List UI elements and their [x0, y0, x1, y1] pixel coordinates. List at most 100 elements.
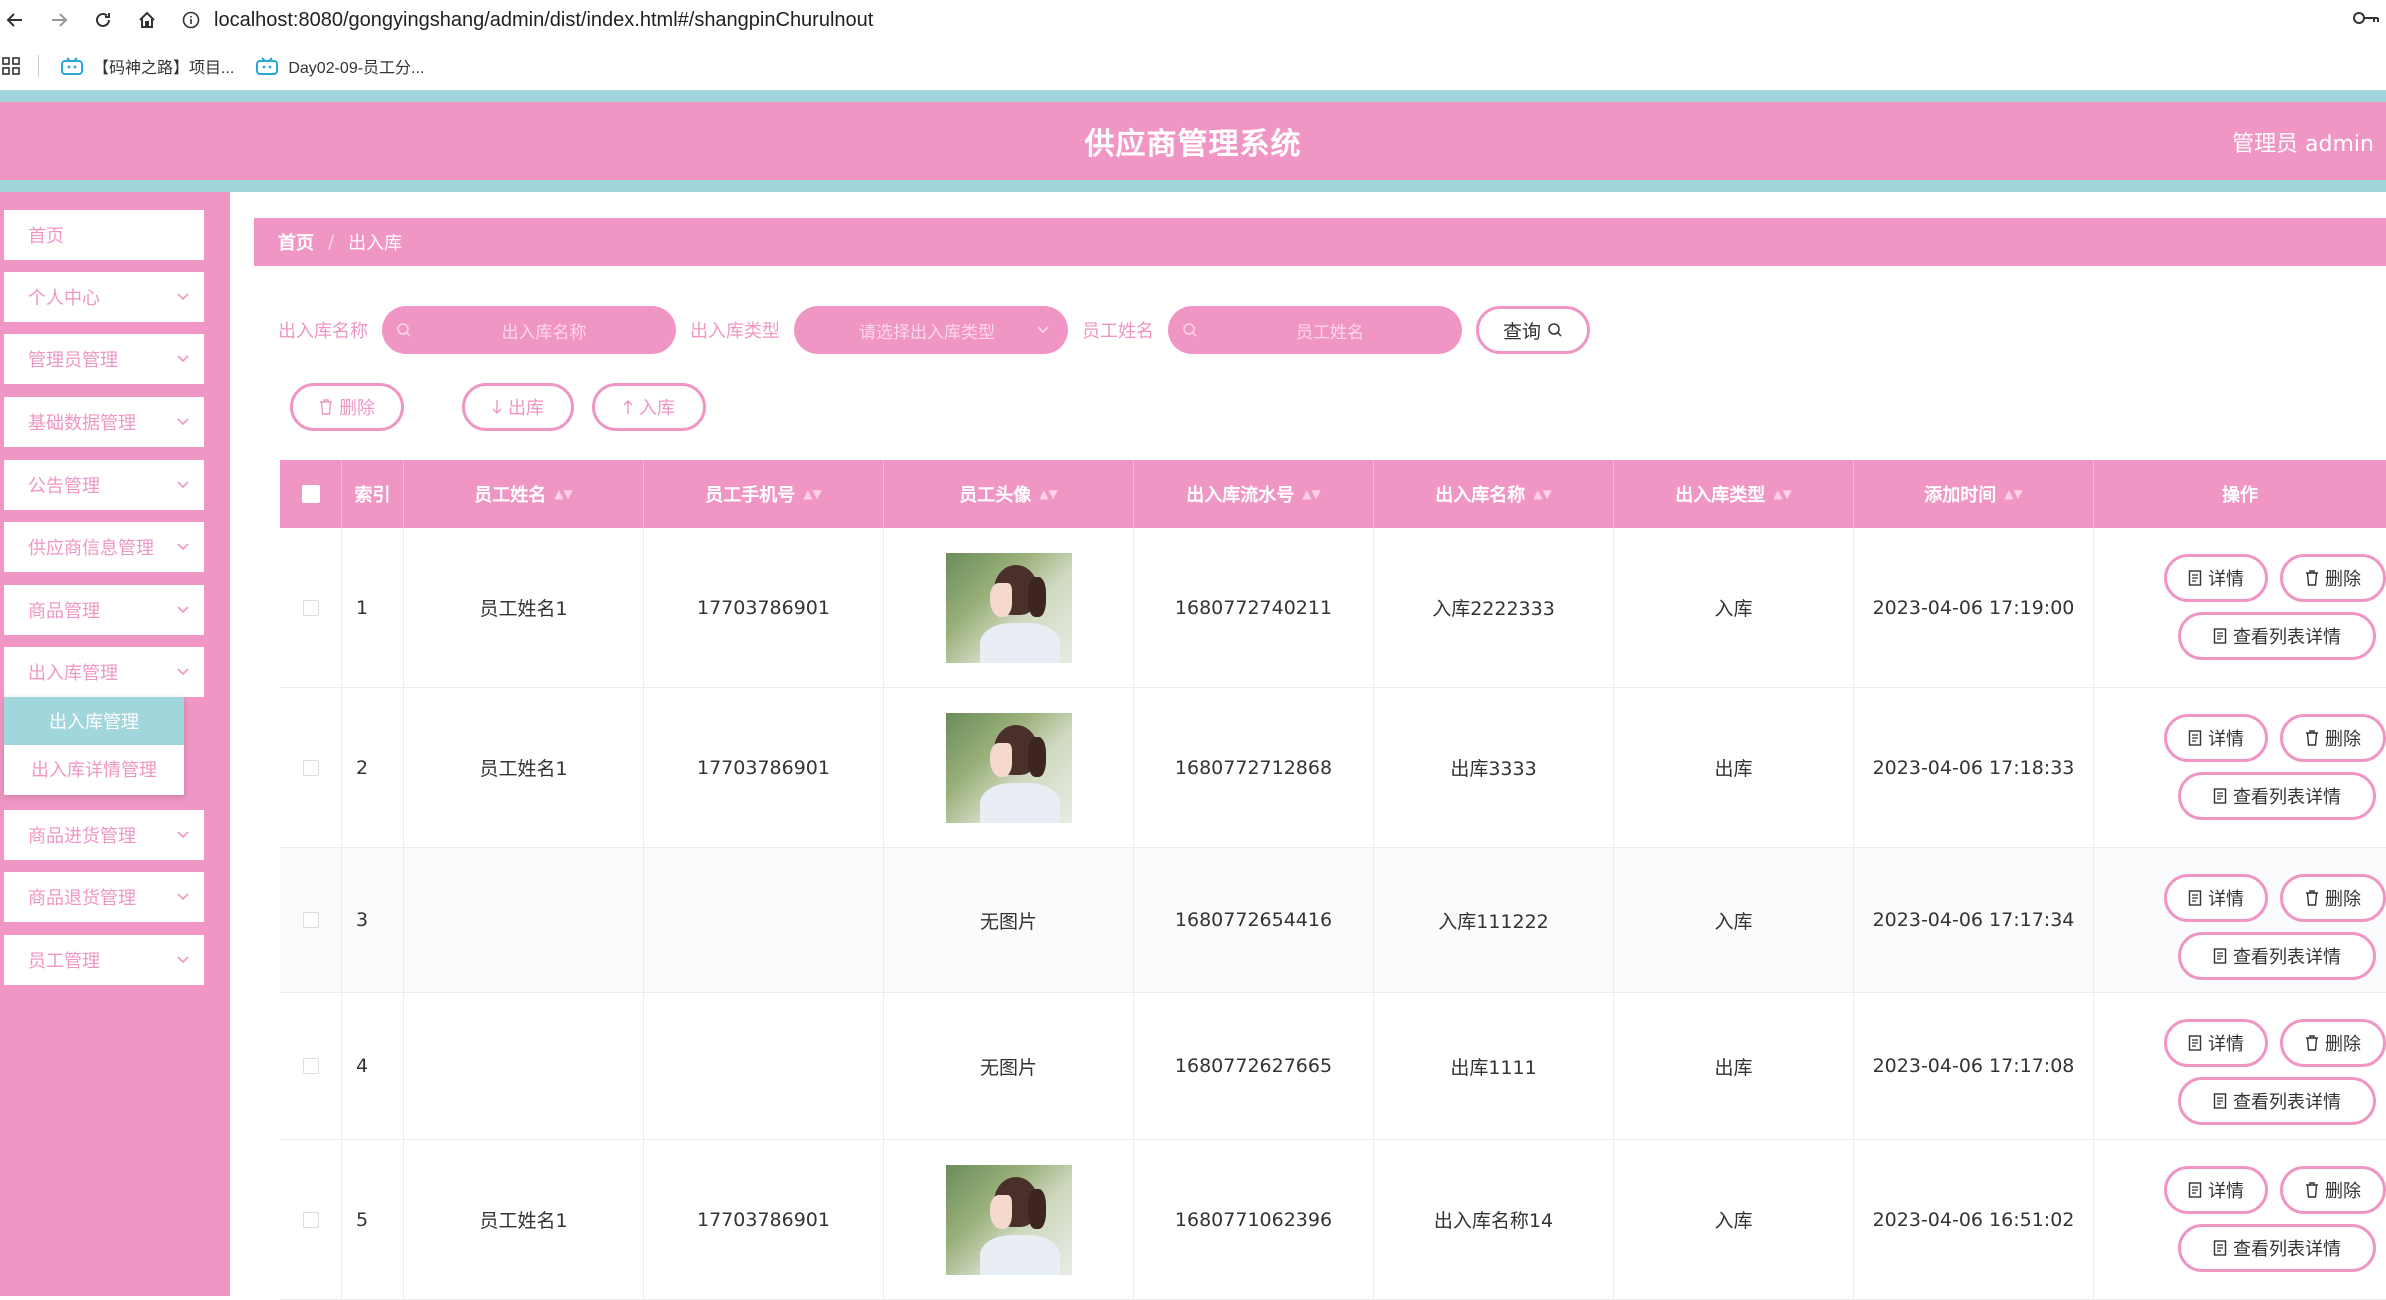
header-inout-name[interactable]: 出入库名称 ▲▼	[1374, 460, 1614, 528]
type-select[interactable]: 请选择出入库类型	[794, 306, 1068, 354]
row-operations-cell: 详情 删除查看列表详情	[2094, 688, 2386, 847]
delete-button[interactable]: 删除	[2280, 1166, 2386, 1214]
row-serial: 1680772712868	[1174, 756, 1333, 779]
submenu-item-inout-detail[interactable]: 出入库详情管理	[4, 745, 184, 793]
url-text[interactable]: localhost:8080/gongyingshang/admin/dist/…	[214, 9, 873, 32]
detail-button[interactable]: 详情	[2164, 1019, 2268, 1067]
row-index: 2	[356, 756, 369, 779]
key-icon[interactable]	[2352, 8, 2380, 28]
row-inout-type-cell: 入库	[1614, 1140, 1854, 1299]
sidebar-item-admin-management[interactable]: 管理员管理	[4, 334, 204, 384]
sort-icon[interactable]: ▲▼	[1302, 487, 1320, 501]
staff-avatar-image[interactable]	[945, 712, 1072, 823]
row-checkbox[interactable]	[302, 912, 319, 928]
home-icon[interactable]	[132, 5, 162, 35]
sort-icon[interactable]: ▲▼	[554, 487, 572, 501]
bookmark-divider	[38, 55, 39, 77]
view-list-detail-label: 查看列表详情	[2233, 1239, 2341, 1260]
sidebar-item-label: 首页	[28, 226, 64, 247]
row-serial: 1680772740211	[1174, 596, 1333, 619]
header-staff-phone[interactable]: 员工手机号 ▲▼	[644, 460, 884, 528]
table-row: 5 员工姓名1 17703786901 1680771062396 出入库名称14 入库 2…	[280, 1140, 2386, 1300]
row-staff-phone-cell: 17703786901	[644, 1140, 884, 1299]
sidebar-item-goods-purchase[interactable]: 商品进货管理	[4, 810, 204, 860]
sort-icon[interactable]: ▲▼	[1773, 487, 1791, 501]
staff-search-input[interactable]: 员工姓名	[1168, 306, 1462, 354]
sidebar-item-goods-return[interactable]: 商品退货管理	[4, 872, 204, 922]
select-all-checkbox[interactable]	[301, 485, 320, 503]
row-inout-name: 出库3333	[1450, 758, 1537, 780]
header-serial[interactable]: 出入库流水号 ▲▼	[1134, 460, 1374, 528]
row-index: 4	[356, 1055, 369, 1077]
admin-label[interactable]: 管理员 admin	[2232, 126, 2374, 158]
header-inout-type[interactable]: 出入库类型 ▲▼	[1614, 460, 1854, 528]
delete-button-label: 删除	[2325, 1034, 2361, 1055]
chevron-down-icon	[176, 351, 190, 367]
row-serial-cell: 1680772712868	[1134, 688, 1374, 847]
name-search-input[interactable]: 出入库名称	[382, 306, 676, 354]
header-staff-name[interactable]: 员工姓名 ▲▼	[404, 460, 644, 528]
detail-button[interactable]: 详情	[2164, 1166, 2268, 1214]
sidebar-item-home[interactable]: 首页	[4, 210, 204, 260]
delete-button[interactable]: 删除	[2280, 1019, 2386, 1067]
submenu-item-inout-management[interactable]: 出入库管理	[4, 697, 184, 745]
bookmark-item-1[interactable]: 【码神之路】项目...	[61, 54, 234, 78]
sidebar-item-personal-center[interactable]: 个人中心	[4, 272, 204, 322]
sidebar-item-base-data[interactable]: 基础数据管理	[4, 397, 204, 447]
row-index-cell: 5	[342, 1140, 404, 1299]
sidebar-item-supplier-info[interactable]: 供应商信息管理	[4, 522, 204, 572]
staff-avatar-image[interactable]	[945, 1164, 1072, 1275]
detail-button[interactable]: 详情	[2164, 714, 2268, 762]
view-list-detail-button[interactable]: 查看列表详情	[2178, 1077, 2376, 1125]
sidebar-item-goods[interactable]: 商品管理	[4, 585, 204, 635]
staff-search-label: 员工姓名	[1082, 321, 1154, 342]
back-arrow-icon[interactable]	[0, 5, 30, 35]
header-accent-bottom	[0, 180, 2386, 192]
row-serial-cell: 1680772740211	[1134, 528, 1374, 687]
chevron-down-icon	[176, 889, 190, 905]
stock-in-label: 入库	[639, 398, 675, 419]
sidebar-item-staff[interactable]: 员工管理	[4, 935, 204, 985]
view-list-detail-button[interactable]: 查看列表详情	[2178, 1224, 2376, 1272]
arrow-up-icon	[623, 399, 633, 415]
view-list-detail-button[interactable]: 查看列表详情	[2178, 612, 2376, 660]
stock-out-button[interactable]: 出库	[462, 383, 574, 431]
sort-icon[interactable]: ▲▼	[1533, 487, 1551, 501]
sidebar-item-notice[interactable]: 公告管理	[4, 460, 204, 510]
sidebar-item-label: 个人中心	[28, 288, 100, 309]
apps-grid-icon[interactable]	[2, 57, 20, 75]
row-index: 5	[356, 1208, 369, 1231]
view-list-detail-button[interactable]: 查看列表详情	[2178, 772, 2376, 820]
header-add-time[interactable]: 添加时间 ▲▼	[1854, 460, 2094, 528]
row-checkbox[interactable]	[302, 1058, 319, 1074]
delete-button[interactable]: 删除	[2280, 554, 2386, 602]
detail-button[interactable]: 详情	[2164, 874, 2268, 922]
staff-avatar-image[interactable]	[945, 552, 1072, 663]
bookmark-item-2[interactable]: Day02-09-员工分...	[256, 54, 424, 78]
row-operations-cell: 详情 删除查看列表详情	[2094, 528, 2386, 687]
forward-arrow-icon[interactable]	[44, 5, 74, 35]
delete-button[interactable]: 删除	[2280, 714, 2386, 762]
row-checkbox[interactable]	[302, 599, 319, 616]
info-icon[interactable]	[182, 11, 200, 29]
header-select-all[interactable]	[280, 460, 342, 528]
query-button[interactable]: 查询	[1476, 306, 1590, 354]
sidebar-item-inout[interactable]: 出入库管理	[4, 647, 204, 697]
type-select-placeholder: 请选择出入库类型	[859, 322, 995, 343]
sort-icon[interactable]: ▲▼	[803, 487, 821, 501]
breadcrumb-home[interactable]: 首页	[278, 229, 314, 255]
view-list-detail-button[interactable]: 查看列表详情	[2178, 932, 2376, 980]
stock-in-button[interactable]: 入库	[592, 383, 706, 431]
detail-button[interactable]: 详情	[2164, 554, 2268, 602]
row-checkbox[interactable]	[302, 1211, 319, 1228]
reload-icon[interactable]	[88, 5, 118, 35]
bulk-delete-button[interactable]: 删除	[290, 383, 404, 431]
sort-icon[interactable]: ▲▼	[2004, 487, 2022, 501]
row-inout-type-cell: 出库	[1614, 993, 1854, 1139]
header-staff-avatar[interactable]: 员工头像 ▲▼	[884, 460, 1134, 528]
row-checkbox[interactable]	[302, 759, 319, 776]
sort-icon[interactable]: ▲▼	[1039, 487, 1057, 501]
delete-button[interactable]: 删除	[2280, 874, 2386, 922]
row-operations-cell: 详情 删除查看列表详情	[2094, 1140, 2386, 1299]
address-bar[interactable]: localhost:8080/gongyingshang/admin/dist/…	[182, 9, 873, 32]
